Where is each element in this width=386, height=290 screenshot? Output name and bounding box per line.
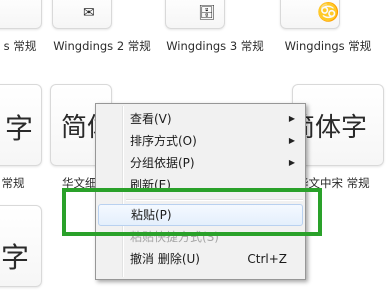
font-tile-wingdings[interactable]: ♋	[280, 0, 340, 29]
font-tile-top-1[interactable]	[0, 0, 42, 29]
font-tile-wingdings-2[interactable]: ✉	[52, 0, 112, 29]
annotation-highlight-box	[62, 188, 322, 236]
menu-item-view[interactable]: 查看(V) ▶	[98, 108, 303, 130]
submenu-arrow-icon: ▶	[288, 136, 295, 145]
wingdings-3-preview-icon: 🗄	[198, 5, 216, 21]
menu-item-view-label: 查看(V)	[130, 112, 172, 126]
menu-item-sort-by-label: 排序方式(O)	[130, 134, 197, 148]
font-label-mid-1: 常规	[1, 176, 25, 190]
menu-item-undo-delete-label: 撤消 删除(U)	[130, 252, 200, 266]
font-tile-bottom-1[interactable]: 字	[0, 205, 42, 287]
submenu-arrow-icon: ▶	[288, 114, 295, 123]
font-preview-zi: 字	[5, 112, 34, 145]
font-label-wingdings: Wingdings 常规	[284, 39, 372, 53]
font-tile-wingdings-3[interactable]: 🗄	[165, 0, 225, 29]
menu-item-sort-by[interactable]: 排序方式(O) ▶	[98, 130, 303, 152]
menu-item-undo-delete[interactable]: 撤消 删除(U) Ctrl+Z	[98, 248, 303, 270]
font-label-wingdings-2: Wingdings 2 常规	[52, 38, 152, 55]
submenu-arrow-icon: ▶	[288, 158, 295, 167]
menu-item-group-by-label: 分组依据(P)	[130, 156, 195, 170]
font-preview-zi-bottom: 字	[1, 241, 30, 274]
font-label-wingdings-3-text: Wingdings 3 常规	[166, 39, 264, 53]
font-label-wingdings-3: Wingdings 3 常规	[165, 38, 265, 55]
font-label-top-1: s 常规	[3, 39, 37, 53]
wingdings-preview-icon: ♋	[317, 2, 340, 23]
font-label-wingdings-2-text: Wingdings 2 常规	[53, 39, 151, 53]
menu-item-group-by[interactable]: 分组依据(P) ▶	[98, 152, 303, 174]
font-tile-mid-1[interactable]: 字	[0, 84, 42, 166]
wingdings-2-preview-icon: ✉	[83, 5, 95, 21]
menu-item-undo-shortcut: Ctrl+Z	[247, 252, 287, 266]
